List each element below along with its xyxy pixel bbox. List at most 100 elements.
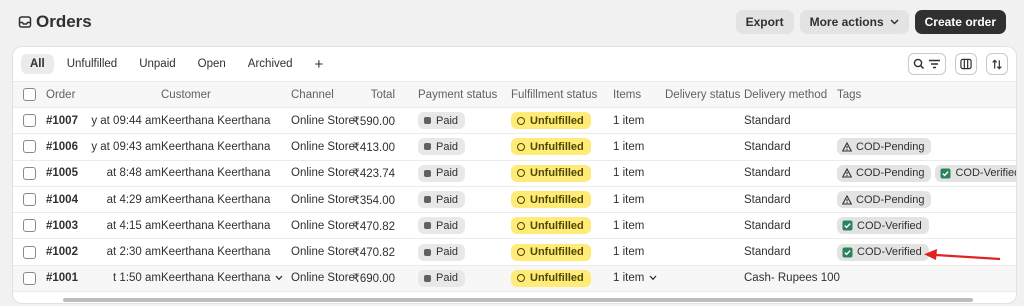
- fulfillment-status-label: Unfulfilled: [530, 193, 584, 206]
- customer-name[interactable]: Keerthana Keerthana: [161, 239, 270, 264]
- tab-open[interactable]: Open: [189, 54, 235, 74]
- table-row[interactable]: #1007 y at 09:44 am Keerthana Keerthana Onl…: [13, 108, 1016, 135]
- customer-name[interactable]: Keerthana Keerthana: [161, 213, 270, 238]
- check-icon: [940, 168, 951, 179]
- items-count: 1 item: [613, 187, 644, 212]
- tab-archived[interactable]: Archived: [239, 54, 302, 74]
- fulfillment-status-badge: Unfulfilled: [511, 164, 591, 182]
- delivery-method: Cash- Rupees 100: [744, 272, 840, 285]
- sort-icon: [992, 58, 1002, 70]
- annotation-arrow: [924, 249, 1001, 261]
- status-ring-icon: [517, 169, 525, 178]
- search-filter-button[interactable]: [908, 53, 946, 75]
- customer-name[interactable]: Keerthana Keerthana: [161, 187, 270, 212]
- row-checkbox[interactable]: [23, 245, 36, 259]
- status-ring-icon: [517, 116, 525, 125]
- add-view-button[interactable]: +: [306, 56, 333, 73]
- fulfillment-status-badge: Unfulfilled: [511, 217, 591, 235]
- customer-name[interactable]: Keerthana Keerthana: [161, 134, 270, 159]
- column-header-customer[interactable]: Customer: [161, 82, 211, 107]
- order-number[interactable]: #1003: [46, 213, 78, 238]
- order-number[interactable]: #1004: [46, 187, 78, 212]
- table-row[interactable]: #1005 at 8:48 am Keerthana Keerthana Online…: [13, 161, 1016, 187]
- tags-cell: COD-Verified: [837, 213, 933, 238]
- table-row[interactable]: #1006 y at 09:43 am Keerthana Keerthana Onl…: [13, 134, 1016, 161]
- customer-name[interactable]: Keerthana Keerthana: [161, 266, 283, 291]
- column-header-tags[interactable]: Tags: [837, 82, 861, 107]
- column-header-delivery-status[interactable]: Delivery status: [665, 82, 740, 107]
- column-header-items[interactable]: Items: [613, 82, 641, 107]
- order-total: ₹413.00: [352, 141, 396, 154]
- more-actions-button[interactable]: More actions: [799, 10, 909, 34]
- chevron-down-icon: [275, 275, 283, 281]
- fulfillment-status-cell: Unfulfilled: [511, 266, 591, 291]
- delivery-method: Standard: [744, 114, 791, 127]
- column-header-fulfillment-status[interactable]: Fulfillment status: [511, 82, 597, 107]
- payment-status-label: Paid: [436, 246, 459, 259]
- column-header-total[interactable]: Total: [353, 82, 395, 107]
- tab-unpaid[interactable]: Unpaid: [130, 54, 184, 74]
- table-row[interactable]: #1003 at 4:15 am Keerthana Keerthana Online…: [13, 213, 1016, 240]
- row-checkbox[interactable]: [23, 193, 36, 207]
- items-count[interactable]: 1 item: [613, 266, 657, 291]
- items-count: 1 item: [613, 134, 644, 159]
- order-date: t 1:50 am: [113, 272, 161, 285]
- order-number[interactable]: #1005: [46, 161, 78, 186]
- fulfillment-status-cell: Unfulfilled: [511, 161, 591, 186]
- export-button[interactable]: Export: [735, 10, 794, 34]
- items-count-text: 1 item: [613, 114, 645, 127]
- create-order-button[interactable]: Create order: [914, 10, 1006, 34]
- row-checkbox-cell: [23, 239, 36, 264]
- table-row[interactable]: #1001 t 1:50 am Keerthana Keerthana Online …: [13, 265, 1016, 293]
- payment-status-badge: Paid: [418, 269, 466, 287]
- tab-all[interactable]: All: [21, 54, 54, 74]
- fulfillment-status-cell: Unfulfilled: [511, 108, 591, 133]
- tags-cell: COD-Pending COD-Verified: [837, 161, 1016, 186]
- table-header-row: Order Customer Channel Total Payment sta…: [13, 81, 1016, 108]
- tag-badge: COD-Verified: [837, 243, 929, 261]
- order-number[interactable]: #1007: [46, 108, 78, 133]
- customer-name-text: Keerthana Keerthana: [161, 114, 271, 127]
- tab-unfulfilled[interactable]: Unfulfilled: [58, 54, 127, 74]
- order-total: ₹590.00: [352, 115, 396, 128]
- status-dot-icon: [424, 169, 431, 177]
- order-number[interactable]: #1002: [46, 239, 78, 264]
- columns-button[interactable]: [955, 53, 977, 75]
- status-dot-icon: [424, 143, 431, 151]
- row-checkbox[interactable]: [23, 271, 36, 285]
- customer-name[interactable]: Keerthana Keerthana: [161, 161, 270, 186]
- payment-status-badge: Paid: [418, 138, 466, 156]
- status-dot-icon: [424, 274, 431, 282]
- payment-status-cell: Paid: [418, 134, 466, 159]
- column-header-channel[interactable]: Channel: [291, 82, 334, 107]
- horizontal-scrollbar[interactable]: [63, 298, 973, 302]
- fulfillment-status-cell: Unfulfilled: [511, 134, 591, 159]
- column-header-delivery-method[interactable]: Delivery method: [744, 82, 827, 107]
- payment-status-label: Paid: [436, 140, 459, 153]
- row-checkbox-cell: [23, 187, 36, 212]
- payment-status-badge: Paid: [418, 243, 466, 261]
- table-row[interactable]: #1004 at 4:29 am Keerthana Keerthana Online…: [13, 187, 1016, 214]
- column-header-order[interactable]: Order: [46, 82, 75, 107]
- chevron-down-icon: [649, 275, 657, 281]
- select-all-checkbox[interactable]: [23, 88, 36, 101]
- row-checkbox[interactable]: [23, 140, 36, 154]
- items-count-text: 1 item: [613, 193, 645, 206]
- search-icon: [913, 58, 925, 70]
- payment-status-label: Paid: [436, 167, 459, 180]
- column-header-payment-status[interactable]: Payment status: [418, 82, 497, 107]
- sort-button[interactable]: [986, 53, 1008, 75]
- row-checkbox[interactable]: [23, 219, 36, 233]
- order-number[interactable]: #1006: [46, 134, 78, 159]
- payment-status-badge: Paid: [418, 112, 466, 130]
- customer-name[interactable]: Keerthana Keerthana: [161, 108, 270, 133]
- row-checkbox[interactable]: [23, 114, 36, 128]
- row-checkbox-cell: [23, 134, 36, 159]
- order-number[interactable]: #1001: [46, 266, 78, 291]
- row-checkbox[interactable]: [23, 166, 36, 180]
- status-ring-icon: [517, 248, 525, 257]
- orders-card: All Unfulfilled Unpaid Open Archived + O…: [12, 46, 1017, 304]
- items-count: 1 item: [613, 239, 644, 264]
- table-row[interactable]: #1002 at 2:30 am Keerthana Keerthana Online…: [13, 239, 1016, 266]
- order-total: ₹470.82: [352, 247, 396, 260]
